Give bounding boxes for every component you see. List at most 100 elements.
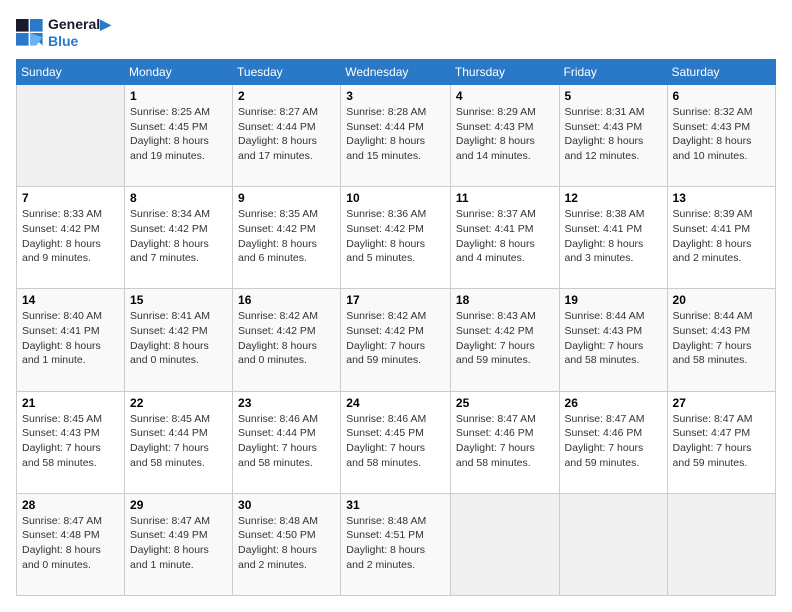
day-info: Sunrise: 8:35 AM Sunset: 4:42 PM Dayligh…: [238, 207, 335, 266]
calendar-cell: 3 Sunrise: 8:28 AM Sunset: 4:44 PM Daylig…: [341, 85, 451, 187]
day-header-friday: Friday: [559, 60, 667, 85]
day-number: 15: [130, 293, 227, 307]
calendar-cell: 2 Sunrise: 8:27 AM Sunset: 4:44 PM Daylig…: [233, 85, 341, 187]
calendar-cell: 14 Sunrise: 8:40 AM Sunset: 4:41 PM Dayli…: [17, 289, 125, 391]
calendar-cell: 17 Sunrise: 8:42 AM Sunset: 4:42 PM Dayli…: [341, 289, 451, 391]
day-info: Sunrise: 8:47 AM Sunset: 4:46 PM Dayligh…: [456, 412, 554, 471]
day-number: 1: [130, 89, 227, 103]
day-number: 31: [346, 498, 445, 512]
day-number: 19: [565, 293, 662, 307]
week-row-3: 21Sunrise: 8:45 AM Sunset: 4:43 PM Dayli…: [17, 391, 776, 493]
day-number: 26: [565, 396, 662, 410]
day-info: Sunrise: 8:39 AM Sunset: 4:41 PM Dayligh…: [673, 207, 770, 266]
day-header-wednesday: Wednesday: [341, 60, 451, 85]
day-number: 28: [22, 498, 119, 512]
week-row-1: 7 Sunrise: 8:33 AM Sunset: 4:42 PM Daylig…: [17, 187, 776, 289]
header: General▶ Blue: [16, 16, 776, 49]
day-number: 5: [565, 89, 662, 103]
calendar-cell: 25 Sunrise: 8:47 AM Sunset: 4:46 PM Dayli…: [450, 391, 559, 493]
day-info: Sunrise: 8:47 AM Sunset: 4:46 PM Dayligh…: [565, 412, 662, 471]
day-info: Sunrise: 8:46 AM Sunset: 4:45 PM Dayligh…: [346, 412, 445, 471]
calendar-cell: [17, 85, 125, 187]
calendar-cell: 6Sunrise: 8:32 AM Sunset: 4:43 PM Daylig…: [667, 85, 775, 187]
day-info: Sunrise: 8:29 AM Sunset: 4:43 PM Dayligh…: [456, 105, 554, 164]
day-number: 3: [346, 89, 445, 103]
day-header-monday: Monday: [125, 60, 233, 85]
day-info: Sunrise: 8:44 AM Sunset: 4:43 PM Dayligh…: [565, 309, 662, 368]
day-number: 20: [673, 293, 770, 307]
calendar-cell: 23 Sunrise: 8:46 AM Sunset: 4:44 PM Dayli…: [233, 391, 341, 493]
calendar: SundayMondayTuesdayWednesdayThursdayFrid…: [16, 59, 776, 596]
calendar-cell: 31 Sunrise: 8:48 AM Sunset: 4:51 PM Dayli…: [341, 493, 451, 595]
day-info: Sunrise: 8:34 AM Sunset: 4:42 PM Dayligh…: [130, 207, 227, 266]
calendar-cell: 18 Sunrise: 8:43 AM Sunset: 4:42 PM Dayli…: [450, 289, 559, 391]
day-info: Sunrise: 8:33 AM Sunset: 4:42 PM Dayligh…: [22, 207, 119, 266]
calendar-cell: 27 Sunrise: 8:47 AM Sunset: 4:47 PM Dayli…: [667, 391, 775, 493]
day-info: Sunrise: 8:38 AM Sunset: 4:41 PM Dayligh…: [565, 207, 662, 266]
page: General▶ Blue SundayMondayTuesdayWednesd…: [0, 0, 792, 612]
calendar-cell: 10 Sunrise: 8:36 AM Sunset: 4:42 PM Dayli…: [341, 187, 451, 289]
day-info: Sunrise: 8:47 AM Sunset: 4:47 PM Dayligh…: [673, 412, 770, 471]
day-number: 10: [346, 191, 445, 205]
calendar-cell: 24 Sunrise: 8:46 AM Sunset: 4:45 PM Dayli…: [341, 391, 451, 493]
logo-icon: [16, 19, 44, 47]
day-info: Sunrise: 8:31 AM Sunset: 4:43 PM Dayligh…: [565, 105, 662, 164]
day-number: 24: [346, 396, 445, 410]
calendar-cell: 13 Sunrise: 8:39 AM Sunset: 4:41 PM Dayli…: [667, 187, 775, 289]
day-info: Sunrise: 8:41 AM Sunset: 4:42 PM Dayligh…: [130, 309, 227, 368]
day-info: Sunrise: 8:48 AM Sunset: 4:51 PM Dayligh…: [346, 514, 445, 573]
calendar-cell: 5 Sunrise: 8:31 AM Sunset: 4:43 PM Daylig…: [559, 85, 667, 187]
day-number: 23: [238, 396, 335, 410]
calendar-header-row: SundayMondayTuesdayWednesdayThursdayFrid…: [17, 60, 776, 85]
day-number: 13: [673, 191, 770, 205]
day-number: 8: [130, 191, 227, 205]
calendar-cell: 12Sunrise: 8:38 AM Sunset: 4:41 PM Dayli…: [559, 187, 667, 289]
day-info: Sunrise: 8:40 AM Sunset: 4:41 PM Dayligh…: [22, 309, 119, 368]
calendar-cell: 20 Sunrise: 8:44 AM Sunset: 4:43 PM Dayli…: [667, 289, 775, 391]
calendar-cell: 19 Sunrise: 8:44 AM Sunset: 4:43 PM Dayli…: [559, 289, 667, 391]
week-row-0: 1 Sunrise: 8:25 AM Sunset: 4:45 PM Daylig…: [17, 85, 776, 187]
day-info: Sunrise: 8:28 AM Sunset: 4:44 PM Dayligh…: [346, 105, 445, 164]
day-info: Sunrise: 8:32 AM Sunset: 4:43 PM Dayligh…: [673, 105, 770, 164]
day-info: Sunrise: 8:45 AM Sunset: 4:43 PM Dayligh…: [22, 412, 119, 471]
day-header-sunday: Sunday: [17, 60, 125, 85]
day-number: 11: [456, 191, 554, 205]
calendar-cell: 29Sunrise: 8:47 AM Sunset: 4:49 PM Dayli…: [125, 493, 233, 595]
day-number: 22: [130, 396, 227, 410]
day-header-thursday: Thursday: [450, 60, 559, 85]
day-info: Sunrise: 8:46 AM Sunset: 4:44 PM Dayligh…: [238, 412, 335, 471]
day-header-saturday: Saturday: [667, 60, 775, 85]
day-number: 16: [238, 293, 335, 307]
week-row-4: 28Sunrise: 8:47 AM Sunset: 4:48 PM Dayli…: [17, 493, 776, 595]
day-info: Sunrise: 8:43 AM Sunset: 4:42 PM Dayligh…: [456, 309, 554, 368]
day-number: 4: [456, 89, 554, 103]
calendar-cell: 9Sunrise: 8:35 AM Sunset: 4:42 PM Daylig…: [233, 187, 341, 289]
calendar-cell: 1 Sunrise: 8:25 AM Sunset: 4:45 PM Daylig…: [125, 85, 233, 187]
calendar-cell: 16 Sunrise: 8:42 AM Sunset: 4:42 PM Dayli…: [233, 289, 341, 391]
day-info: Sunrise: 8:27 AM Sunset: 4:44 PM Dayligh…: [238, 105, 335, 164]
calendar-body: 1 Sunrise: 8:25 AM Sunset: 4:45 PM Daylig…: [17, 85, 776, 596]
logo: General▶ Blue: [16, 16, 111, 49]
calendar-cell: 21Sunrise: 8:45 AM Sunset: 4:43 PM Dayli…: [17, 391, 125, 493]
day-info: Sunrise: 8:42 AM Sunset: 4:42 PM Dayligh…: [238, 309, 335, 368]
day-info: Sunrise: 8:36 AM Sunset: 4:42 PM Dayligh…: [346, 207, 445, 266]
calendar-cell: 4 Sunrise: 8:29 AM Sunset: 4:43 PM Daylig…: [450, 85, 559, 187]
day-number: 7: [22, 191, 119, 205]
day-number: 25: [456, 396, 554, 410]
logo-text: General▶ Blue: [48, 16, 111, 49]
day-info: Sunrise: 8:37 AM Sunset: 4:41 PM Dayligh…: [456, 207, 554, 266]
day-number: 27: [673, 396, 770, 410]
calendar-cell: [559, 493, 667, 595]
day-info: Sunrise: 8:42 AM Sunset: 4:42 PM Dayligh…: [346, 309, 445, 368]
day-number: 17: [346, 293, 445, 307]
day-info: Sunrise: 8:48 AM Sunset: 4:50 PM Dayligh…: [238, 514, 335, 573]
day-number: 2: [238, 89, 335, 103]
calendar-cell: 26 Sunrise: 8:47 AM Sunset: 4:46 PM Dayli…: [559, 391, 667, 493]
day-number: 14: [22, 293, 119, 307]
day-number: 18: [456, 293, 554, 307]
calendar-cell: 15 Sunrise: 8:41 AM Sunset: 4:42 PM Dayli…: [125, 289, 233, 391]
day-info: Sunrise: 8:47 AM Sunset: 4:49 PM Dayligh…: [130, 514, 227, 573]
day-header-tuesday: Tuesday: [233, 60, 341, 85]
day-info: Sunrise: 8:44 AM Sunset: 4:43 PM Dayligh…: [673, 309, 770, 368]
day-info: Sunrise: 8:25 AM Sunset: 4:45 PM Dayligh…: [130, 105, 227, 164]
